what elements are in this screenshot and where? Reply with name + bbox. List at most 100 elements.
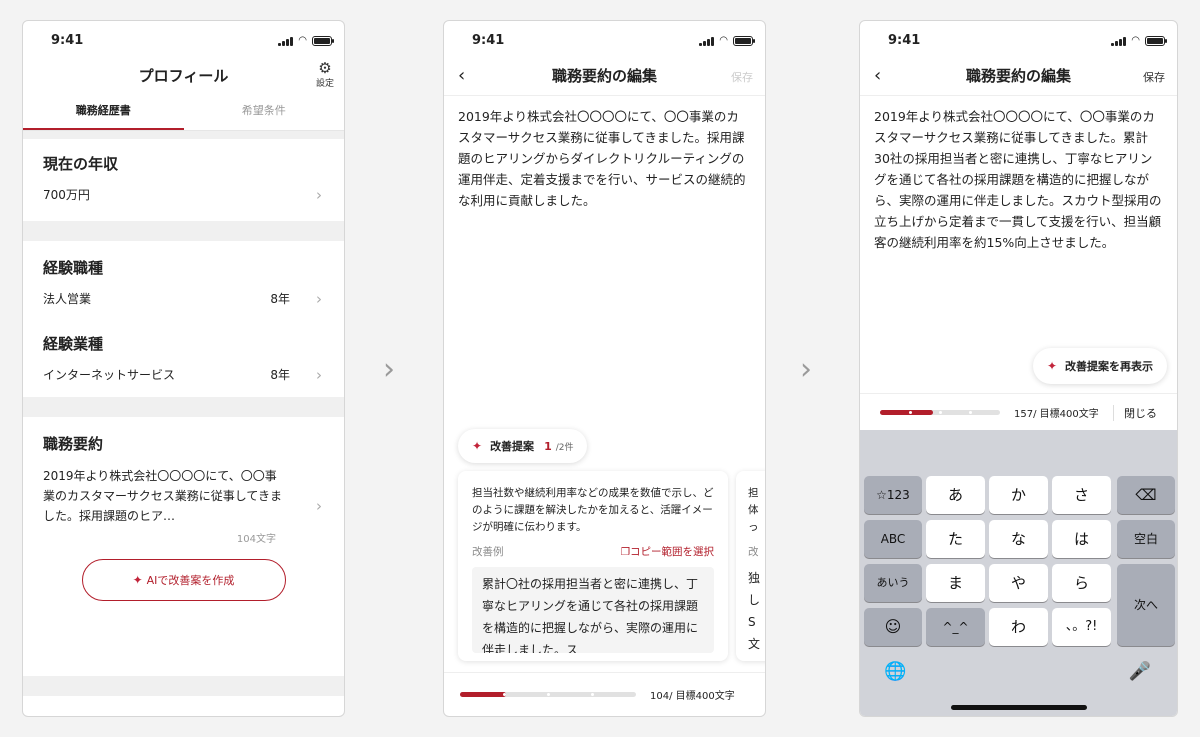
reshow-suggestion-button[interactable]: ✦ 改善提案を再表示 — [1032, 348, 1167, 384]
key-a[interactable]: あ — [926, 476, 985, 514]
settings-label: 設定 — [315, 79, 334, 89]
backspace-icon[interactable]: ⌫ — [1117, 476, 1175, 514]
save-button[interactable]: 保存 — [731, 69, 753, 85]
income-title: 現在の年収 — [43, 155, 119, 173]
suggestion-card-next[interactable]: 担 体 っ 改 独 し S 文 — [736, 471, 765, 661]
status-time: 9:41 — [472, 33, 505, 48]
progress-dot — [503, 693, 506, 696]
key-kana[interactable]: あいう — [864, 564, 922, 602]
income-value: 700万円 — [43, 188, 90, 202]
chevron-right-icon: › — [316, 185, 322, 204]
summary-editor[interactable]: 2019年より株式会社〇〇〇〇にて、〇〇事業のカスタマーサクセス業務に従事してき… — [860, 95, 1177, 325]
key-numbers[interactable]: ☆123 — [864, 476, 922, 514]
summary-text: 2019年より株式会社〇〇〇〇にて、〇〇事業のカスタマーサクセス業務に従事してき… — [43, 469, 283, 523]
key-ya[interactable]: や — [989, 564, 1048, 602]
emoji-icon[interactable]: ☺ — [864, 608, 922, 646]
example-label: 改善例 — [472, 546, 504, 558]
summary-editor[interactable]: 2019年より株式会社〇〇〇〇にて、〇〇事業のカスタマーサクセス業務に従事してき… — [444, 95, 765, 295]
chevron-right-icon: › — [316, 289, 322, 308]
progress-bar-area: 157/ 目標400文字 閉じる — [860, 393, 1177, 431]
job-type-section[interactable]: 経験職種 法人営業 8年 › — [23, 241, 344, 308]
battery-icon — [312, 35, 334, 46]
back-icon[interactable]: ‹ — [458, 65, 465, 86]
nav-bar: ‹ 職務要約の編集 保存 — [860, 63, 1177, 95]
key-na[interactable]: な — [989, 520, 1048, 558]
char-count-label: 104/ 目標400文字 — [650, 691, 735, 702]
wifi-icon: ◠ — [719, 35, 728, 46]
key-kaomoji[interactable]: ^_^ — [926, 608, 985, 646]
chevron-right-icon: › — [316, 497, 322, 515]
save-button[interactable]: 保存 — [1143, 69, 1165, 85]
settings-button[interactable]: ⚙ 設定 — [315, 59, 334, 90]
tab-resume[interactable]: 職務経歴書 — [23, 95, 184, 130]
sparkle-icon: ✦ — [472, 439, 483, 453]
back-icon[interactable]: ‹ — [874, 65, 881, 86]
ai-improve-button[interactable]: ✦ AIで改善案を作成 — [81, 559, 286, 601]
progress-dot — [547, 693, 550, 696]
card2-example-line: 独 — [748, 571, 761, 585]
gear-icon: ⚙ — [318, 59, 332, 77]
income-row[interactable]: 700万円 › — [43, 185, 324, 204]
edit-screen-suggestion: 9:41 ◠ ‹ 職務要約の編集 保存 2019年より株式会社〇〇〇〇にて、〇〇… — [443, 20, 766, 717]
job-type-row[interactable]: 法人営業 8年 › — [43, 289, 324, 308]
progress-dot — [591, 693, 594, 696]
industry-row[interactable]: インターネットサービス 8年 › — [43, 365, 324, 384]
status-bar: 9:41 ◠ — [860, 21, 1177, 63]
close-button[interactable]: 閉じる — [1113, 404, 1157, 421]
key-ma[interactable]: ま — [926, 564, 985, 602]
card2-line: 担 — [748, 487, 759, 499]
char-progress-bar — [880, 410, 1000, 415]
key-wa[interactable]: わ — [989, 608, 1048, 646]
income-section[interactable]: 現在の年収 700万円 › — [23, 139, 344, 221]
job-type-title: 経験職種 — [43, 259, 104, 277]
key-ra[interactable]: ら — [1052, 564, 1111, 602]
signal-icon — [699, 36, 715, 46]
industry-section[interactable]: 経験業種 インターネットサービス 8年 › — [23, 321, 344, 384]
key-space[interactable]: 空白 — [1117, 520, 1175, 558]
reshow-suggestion-label: 改善提案を再表示 — [1065, 360, 1153, 373]
char-progress-fill — [880, 410, 933, 415]
microphone-icon[interactable]: 🎤 — [1129, 661, 1151, 682]
char-progress-bar — [460, 692, 636, 697]
copy-icon: ❐ — [620, 546, 630, 558]
industry-title: 経験業種 — [43, 335, 104, 353]
globe-icon[interactable]: 🌐 — [884, 661, 906, 682]
status-icons: ◠ — [699, 35, 755, 46]
keyboard-row: ABC た な は 空白 — [860, 520, 1177, 558]
key-ka[interactable]: か — [989, 476, 1048, 514]
suggestion-card: 担当社数や継続利用率などの成果を数値で示し、どのように課題を解決したかを加えると… — [458, 471, 728, 661]
example-header: 改善例 ❐コピー範囲を選択 — [472, 544, 714, 561]
flow-arrow-icon: › — [383, 352, 395, 387]
tab-preferences[interactable]: 希望条件 — [184, 95, 345, 130]
card2-example-line: し — [748, 593, 761, 607]
key-punctuation[interactable]: 、。?! — [1052, 608, 1111, 646]
status-icons: ◠ — [1111, 35, 1167, 46]
key-ta[interactable]: た — [926, 520, 985, 558]
wifi-icon: ◠ — [298, 35, 307, 46]
copy-range-button[interactable]: ❐コピー範囲を選択 — [621, 544, 714, 561]
status-bar: 9:41 ◠ — [23, 21, 344, 63]
industry-years: 8年 — [270, 368, 290, 382]
edit-screen-keyboard: 9:41 ◠ ‹ 職務要約の編集 保存 2019年より株式会社〇〇〇〇にて、〇〇… — [859, 20, 1178, 717]
key-sa[interactable]: さ — [1052, 476, 1111, 514]
page-title: 職務要約の編集 — [965, 67, 1071, 85]
nav-bar: プロフィール ⚙ 設定 — [23, 59, 344, 95]
char-progress-fill — [460, 692, 506, 697]
summary-section[interactable]: 職務要約 2019年より株式会社〇〇〇〇にて、〇〇事業のカスタマーサクセス業務に… — [23, 417, 344, 545]
key-ha[interactable]: は — [1052, 520, 1111, 558]
example-text[interactable]: 累計〇社の採用担当者と密に連携し、丁寧なヒアリングを通じて各社の採用課題を構造的… — [472, 567, 714, 653]
progress-dot — [969, 411, 972, 414]
signal-icon — [278, 36, 294, 46]
status-time: 9:41 — [888, 33, 921, 48]
battery-icon — [1145, 35, 1167, 46]
key-abc[interactable]: ABC — [864, 520, 922, 558]
progress-dot — [909, 411, 912, 414]
signal-icon — [1111, 36, 1127, 46]
copy-range-label: コピー範囲を選択 — [630, 546, 714, 558]
keyboard-row: あいう ま や ら 次へ — [860, 564, 1177, 646]
flow-arrow-icon: › — [800, 352, 812, 387]
job-type-years: 8年 — [270, 292, 290, 306]
suggestion-count-pill[interactable]: ✦ 改善提案 1 /2件 — [458, 429, 588, 463]
sparkle-icon: ✦ — [1046, 359, 1057, 373]
chevron-right-icon: › — [316, 365, 322, 384]
